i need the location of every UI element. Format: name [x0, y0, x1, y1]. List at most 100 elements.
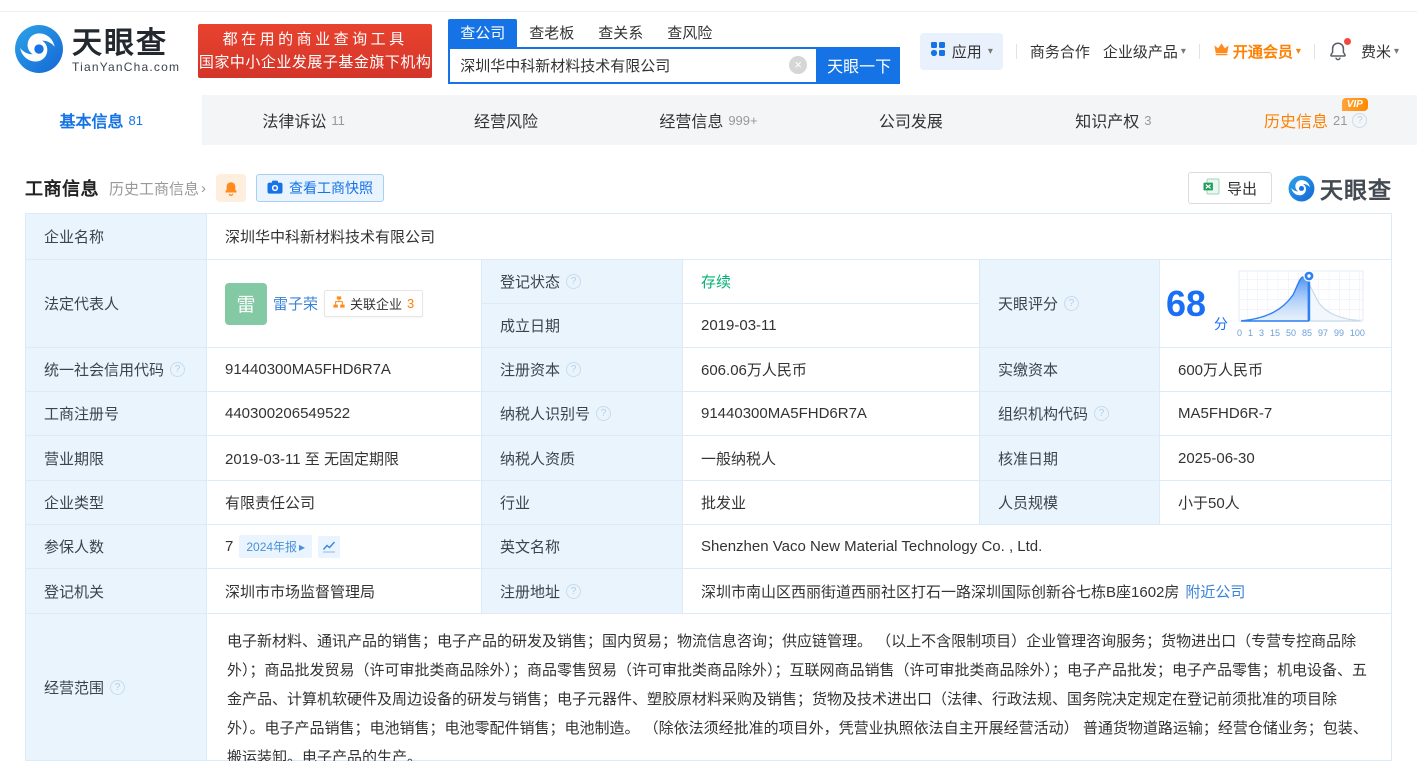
help-icon[interactable]: ? — [566, 362, 581, 377]
tab-label: 历史信息 — [1264, 108, 1328, 132]
search-input[interactable] — [450, 49, 816, 82]
taxpayer-id-value: 91440300MA5FHD6R7A — [683, 392, 979, 435]
nav-enterprise-products[interactable]: 企业级产品 ▾ — [1103, 41, 1186, 62]
chevron-down-icon: ▾ — [1394, 46, 1399, 57]
apps-menu-button[interactable]: 应用 ▾ — [920, 33, 1003, 70]
site-header: 天眼查 TianYanCha.com 都在用的商业查询工具 国家中小企业发展子基… — [0, 12, 1417, 90]
tab-legal-proceedings[interactable]: 法律诉讼 11 — [202, 95, 404, 145]
notifications-bell-icon[interactable] — [1328, 41, 1348, 61]
field-label: 注册资本 — [500, 359, 560, 380]
nearby-companies-link[interactable]: 附近公司 — [1185, 581, 1245, 602]
username-label: 费米 — [1361, 41, 1391, 62]
tab-history-info[interactable]: VIP 历史信息 21 ? — [1215, 95, 1417, 145]
top-strip — [0, 0, 1417, 12]
clear-search-icon[interactable]: × — [789, 56, 807, 74]
tab-label: 法律诉讼 — [262, 108, 326, 132]
line-chart-icon — [322, 541, 336, 553]
nav-business-cooperation[interactable]: 商务合作 — [1030, 41, 1090, 62]
top-nav: 应用 ▾ 商务合作 企业级产品 ▾ 开通会员 ▾ — [920, 33, 1403, 70]
view-snapshot-button[interactable]: 查看工商快照 — [256, 174, 384, 202]
related-companies-badge[interactable]: 关联企业 3 — [324, 290, 423, 317]
field-label: 英文名称 — [500, 536, 560, 557]
tab-operating-risk[interactable]: 经营风险 — [405, 95, 607, 145]
monitor-bell-button[interactable] — [216, 174, 246, 202]
search-tab-boss[interactable]: 查老板 — [517, 19, 586, 47]
company-tabs: 基本信息 81 法律诉讼 11 经营风险 经营信息 999+ 公司发展 知识产权… — [0, 95, 1417, 145]
help-icon[interactable]: ? — [566, 274, 581, 289]
legal-rep-avatar[interactable]: 雷 — [225, 283, 267, 325]
insured-count-label: 参保人数 — [26, 525, 206, 568]
help-icon[interactable]: ? — [1094, 406, 1109, 421]
tab-basic-info[interactable]: 基本信息 81 — [0, 95, 202, 145]
field-label: 营业期限 — [44, 448, 104, 469]
reg-authority-value: 深圳市市场监督管理局 — [207, 569, 481, 613]
field-label: 纳税人资质 — [500, 448, 575, 469]
legal-rep-label: 法定代表人 — [26, 260, 206, 347]
legal-rep-name-link[interactable]: 雷子荣 — [273, 293, 318, 314]
chevron-right-icon: › — [201, 180, 206, 197]
reg-authority-label: 登记机关 — [26, 569, 206, 613]
score-value: 68 分 — [1160, 260, 1391, 347]
arrow-right-icon: ▸ — [299, 540, 305, 554]
search-button[interactable]: 天眼一下 — [818, 47, 900, 84]
history-link-label: 历史工商信息 — [109, 178, 199, 199]
trend-chart-button[interactable] — [318, 536, 340, 558]
status-badge: 存续 — [701, 271, 731, 292]
axis-tick: 1 — [1248, 328, 1253, 338]
field-label: 参保人数 — [44, 536, 104, 557]
score-number: 68 — [1166, 286, 1206, 322]
field-value: 600万人民币 — [1178, 359, 1263, 380]
tab-company-development[interactable]: 公司发展 — [810, 95, 1012, 145]
chevron-down-icon: ▾ — [1296, 46, 1301, 57]
section-title: 工商信息 — [25, 175, 99, 201]
related-companies-count: 3 — [407, 296, 414, 311]
help-icon[interactable]: ? — [170, 362, 185, 377]
legal-rep-value: 雷 雷子荣 关联企业 3 — [207, 260, 481, 347]
logo-text: 天眼查 TianYanCha.com — [72, 29, 180, 74]
field-value: 电子新材料、通讯产品的销售；电子产品的研发及销售；国内贸易；物流信息咨询；供应链… — [227, 627, 1371, 761]
help-icon[interactable]: ? — [1064, 296, 1079, 311]
field-label: 纳税人识别号 — [500, 403, 590, 424]
help-icon[interactable]: ? — [566, 584, 581, 599]
tab-intellectual-property[interactable]: 知识产权 3 — [1012, 95, 1214, 145]
field-label: 法定代表人 — [44, 293, 119, 314]
chevron-down-icon: ▾ — [988, 46, 993, 57]
search-tab-risk[interactable]: 查风险 — [655, 19, 724, 47]
field-label: 注册地址 — [500, 581, 560, 602]
axis-tick: 85 — [1302, 328, 1312, 338]
bell-icon — [223, 180, 239, 197]
field-label: 统一社会信用代码 — [44, 359, 164, 380]
field-label: 组织机构代码 — [998, 403, 1088, 424]
field-label: 成立日期 — [500, 315, 560, 336]
help-icon[interactable]: ? — [1352, 113, 1367, 128]
search-block: 查公司 查老板 查关系 查风险 × 天眼一下 — [448, 19, 900, 84]
tab-business-info[interactable]: 经营信息 999+ — [607, 95, 809, 145]
company-name-label: 企业名称 — [26, 214, 206, 259]
help-icon[interactable]: ? — [596, 406, 611, 421]
business-term-value: 2019-03-11 至 无固定期限 — [207, 436, 481, 480]
staff-size-label: 人员规模 — [980, 481, 1159, 524]
help-icon[interactable]: ? — [110, 680, 125, 695]
annual-report-badge[interactable]: 2024年报 ▸ — [239, 535, 312, 558]
field-value: 深圳华中科新材料技术有限公司 — [225, 226, 435, 247]
axis-tick: 100 — [1350, 328, 1365, 338]
notification-dot — [1344, 38, 1351, 45]
site-logo[interactable]: 天眼查 TianYanCha.com — [14, 24, 180, 79]
history-business-info-link[interactable]: 历史工商信息 › — [109, 178, 206, 199]
export-label: 导出 — [1227, 178, 1257, 199]
tab-count: 3 — [1144, 113, 1151, 128]
tianyancha-logo-icon — [14, 24, 64, 79]
org-code-label: 组织机构代码 ? — [980, 392, 1159, 435]
search-tab-relation[interactable]: 查关系 — [586, 19, 655, 47]
field-label: 企业名称 — [44, 226, 104, 247]
reg-status-label: 登记状态 ? — [482, 260, 682, 303]
nav-open-membership[interactable]: 开通会员 ▾ — [1213, 41, 1301, 62]
logo-title: 天眼查 — [72, 29, 180, 59]
user-menu[interactable]: 费米 ▾ — [1361, 41, 1399, 62]
export-button[interactable]: 导出 — [1188, 172, 1272, 204]
search-tab-company[interactable]: 查公司 — [448, 19, 517, 47]
search-input-wrap: × — [448, 47, 818, 84]
english-name-value: Shenzhen Vaco New Material Technology Co… — [683, 525, 1391, 568]
field-value: 7 — [225, 538, 233, 555]
annual-report-label: 2024年报 — [246, 538, 297, 555]
